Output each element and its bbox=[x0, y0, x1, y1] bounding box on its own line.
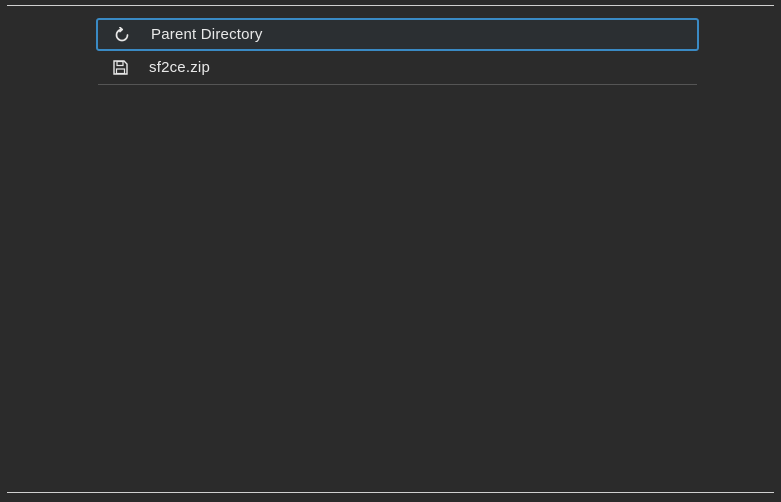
bottom-divider bbox=[7, 492, 774, 493]
save-icon bbox=[112, 60, 128, 76]
file-list: Parent Directory sf2ce.zip bbox=[96, 18, 699, 85]
top-divider bbox=[7, 5, 774, 6]
file-row-label: sf2ce.zip bbox=[149, 59, 210, 76]
file-row-parent-directory[interactable]: Parent Directory bbox=[96, 18, 699, 51]
file-row-label: Parent Directory bbox=[151, 26, 263, 43]
back-icon bbox=[114, 27, 130, 43]
row-divider bbox=[98, 84, 697, 85]
file-row-file[interactable]: sf2ce.zip bbox=[96, 51, 699, 84]
